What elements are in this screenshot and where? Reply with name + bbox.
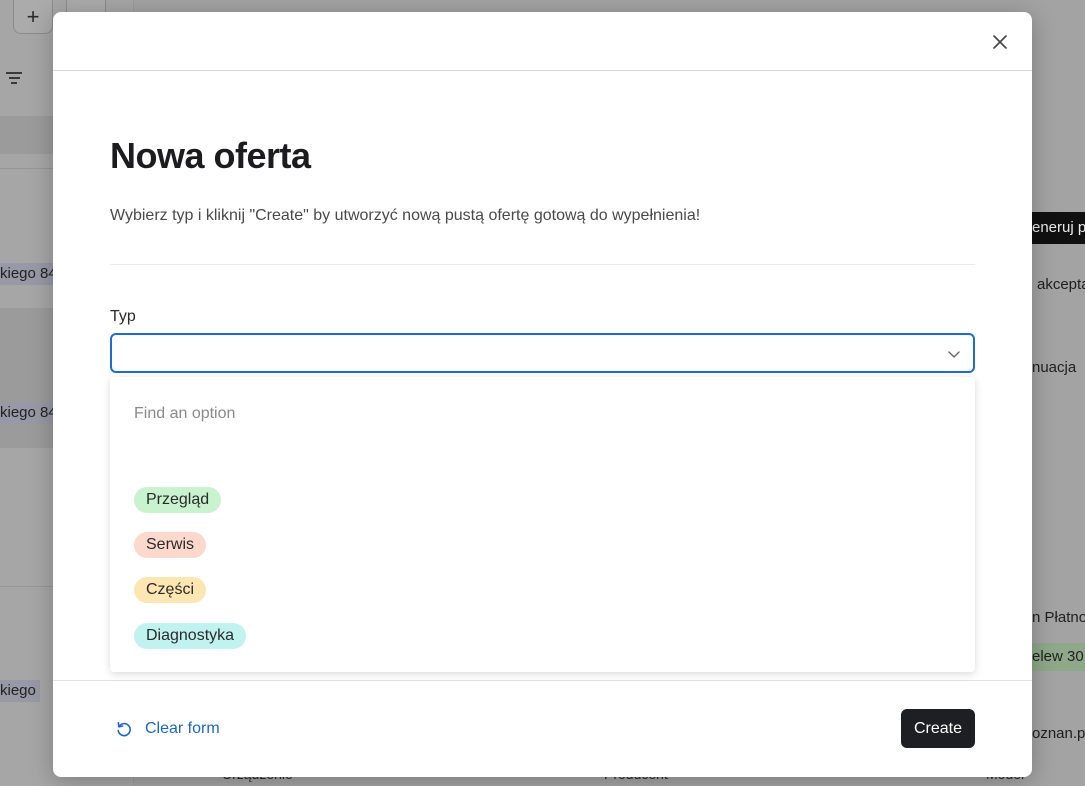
create-button[interactable]: Create xyxy=(901,709,975,748)
plus-icon: + xyxy=(13,0,53,34)
type-field-label: Typ xyxy=(110,308,136,325)
divider xyxy=(110,264,975,265)
background-text: n Płatnos xyxy=(1032,609,1085,626)
close-icon xyxy=(993,35,1007,49)
close-button[interactable] xyxy=(988,30,1012,54)
reset-icon xyxy=(117,722,131,737)
option-serwis[interactable]: Serwis xyxy=(134,532,207,558)
chevron-down-icon xyxy=(948,351,960,358)
background-chip: elew 30 xyxy=(1032,643,1085,671)
background-chip: kiego 84 xyxy=(0,402,61,424)
dialog-subtitle: Wybierz typ i kliknij "Create" by utworz… xyxy=(110,207,701,224)
filter-icon xyxy=(6,72,22,87)
type-options-dropdown: Przegląd Serwis Części Diagnostyka xyxy=(110,377,975,672)
dialog-title: Nowa oferta xyxy=(110,135,311,176)
new-offer-dialog: Nowa oferta Wybierz typ i kliknij "Creat… xyxy=(53,12,1032,777)
type-select[interactable] xyxy=(110,333,975,373)
clear-form-button[interactable]: Clear form xyxy=(115,715,220,743)
clear-form-label: Clear form xyxy=(145,720,220,737)
option-czesci[interactable]: Części xyxy=(134,577,207,603)
background-generate-button: eneruj p xyxy=(1032,212,1085,244)
option-przeglad[interactable]: Przegląd xyxy=(134,487,222,513)
background-chip: kiego 84 xyxy=(0,263,61,285)
background-text: akcepta xyxy=(1037,276,1085,293)
background-text: nuacja xyxy=(1032,359,1077,376)
dialog-header xyxy=(53,12,1032,71)
option-diagnostyka[interactable]: Diagnostyka xyxy=(134,623,247,649)
dialog-footer: Clear form Create xyxy=(53,680,1032,777)
option-search-input[interactable] xyxy=(134,403,734,425)
background-chip: kiego xyxy=(0,680,40,702)
background-text: oznan.pl xyxy=(1032,725,1085,742)
